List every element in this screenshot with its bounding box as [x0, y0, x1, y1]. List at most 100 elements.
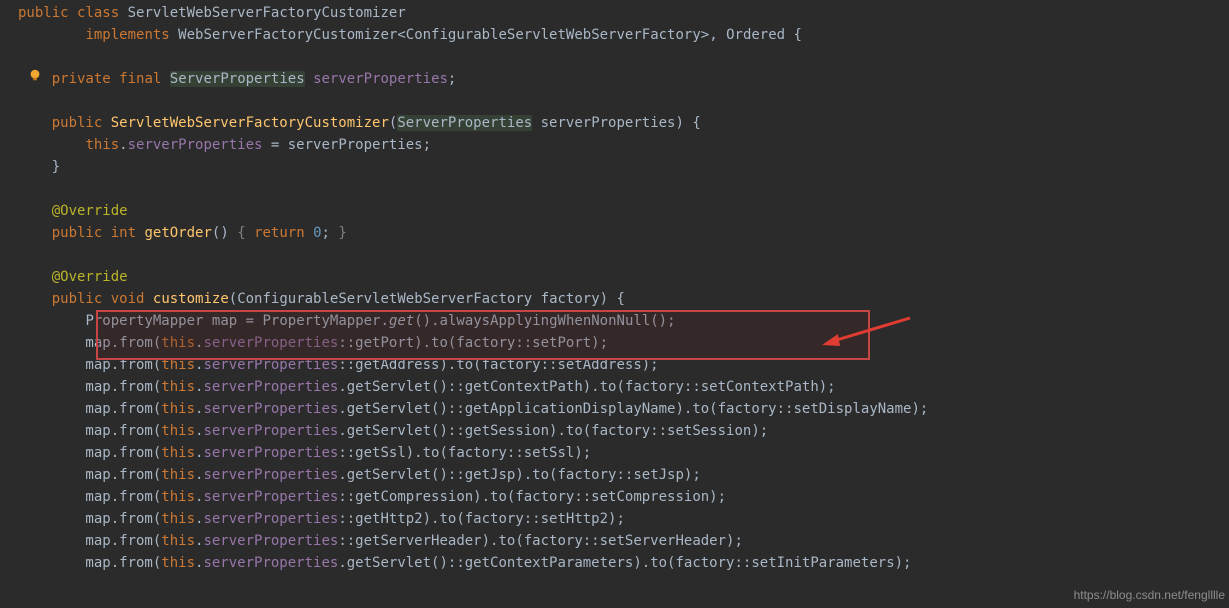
keyword-public: public — [52, 291, 103, 307]
to-call: ).to(factory::setPort); — [414, 335, 608, 351]
brace: { — [617, 291, 625, 307]
return-type-int: int — [111, 225, 136, 241]
lparen: ( — [229, 291, 237, 307]
cls: PropertyMapper — [262, 313, 380, 329]
interface-name: WebServerFactoryCustomizer — [178, 27, 397, 43]
field-ref: serverProperties — [203, 357, 338, 373]
ordered-type: Ordered — [726, 27, 785, 43]
field-ref: serverProperties — [203, 379, 338, 395]
method-call: .getServlet()::getSession — [338, 423, 549, 439]
to-call: ).to(factory::setSession); — [549, 423, 768, 439]
method-call: .getServlet()::getContextPath — [338, 379, 582, 395]
keyword-this: this — [85, 137, 119, 153]
brace: { — [237, 225, 245, 241]
method-ref: ::getAddress — [338, 357, 439, 373]
gt: > — [701, 27, 709, 43]
intention-bulb-icon[interactable] — [28, 68, 42, 82]
keyword-public: public — [52, 115, 103, 131]
type-serverproperties: ServerProperties — [170, 71, 305, 87]
keyword-this: this — [161, 511, 195, 527]
keyword-this: this — [161, 533, 195, 549]
keyword-this: this — [161, 335, 195, 351]
keyword-this: this — [161, 555, 195, 571]
field-ref: serverProperties — [203, 555, 338, 571]
method-ref: ::getCompression — [338, 489, 473, 505]
method-ref: ::getHttp2 — [338, 511, 422, 527]
to-call: ).to(factory::setDisplayName); — [675, 401, 928, 417]
semi: ; — [322, 225, 330, 241]
annotation-override: @Override — [52, 269, 128, 285]
semi: ; — [448, 71, 456, 87]
field-ref: serverProperties — [203, 423, 338, 439]
keyword-this: this — [161, 423, 195, 439]
brace: } — [338, 225, 346, 241]
to-call: ).to(factory::setCompression); — [473, 489, 726, 505]
parens: () — [650, 313, 667, 329]
eq: = — [237, 313, 262, 329]
to-call: ).to(factory::setContextPath); — [583, 379, 836, 395]
constructor-name: ServletWebServerFactoryCustomizer — [111, 115, 389, 131]
param-type: ConfigurableServletWebServerFactory — [237, 291, 532, 307]
dot: . — [119, 137, 127, 153]
keyword-this: this — [161, 379, 195, 395]
field-serverproperties: serverProperties — [313, 71, 448, 87]
field-ref: serverProperties — [203, 467, 338, 483]
var-map: map — [212, 313, 237, 329]
method-call: .getServlet()::getApplicationDisplayName — [338, 401, 675, 417]
method-get: get — [389, 313, 414, 329]
param-type: ServerProperties — [397, 115, 532, 131]
to-call: ).to(factory::setServerHeader); — [482, 533, 743, 549]
to-call: ).to(factory::setSsl); — [406, 445, 591, 461]
method-getorder: getOrder — [144, 225, 211, 241]
field-ref: serverProperties — [203, 533, 338, 549]
keyword-public: public — [18, 5, 69, 21]
keyword-this: this — [161, 357, 195, 373]
keyword-this: this — [161, 401, 195, 417]
field-ref: serverProperties — [128, 137, 263, 153]
method-call: .getServlet()::getJsp — [338, 467, 515, 483]
method-call: .getServlet()::getContextParameters — [338, 555, 633, 571]
method-ref: ::getServerHeader — [338, 533, 481, 549]
keyword-public: public — [52, 225, 103, 241]
semi: ; — [423, 137, 431, 153]
keyword-final: final — [119, 71, 161, 87]
keyword-this: this — [161, 489, 195, 505]
to-call: ).to(factory::setHttp2); — [423, 511, 625, 527]
brace: { — [692, 115, 700, 131]
to-call: ).to(factory::setJsp); — [515, 467, 700, 483]
field-ref: serverProperties — [203, 489, 338, 505]
param-name: serverProperties — [541, 115, 676, 131]
semi: ; — [667, 313, 675, 329]
method-ref: ::getSsl — [338, 445, 405, 461]
brace: } — [52, 159, 60, 175]
brace: { — [794, 27, 802, 43]
dot: . — [431, 313, 439, 329]
keyword-return: return — [254, 225, 305, 241]
lt: < — [397, 27, 405, 43]
return-type-void: void — [111, 291, 145, 307]
parens: () — [212, 225, 229, 241]
type-propertymapper: PropertyMapper — [85, 313, 203, 329]
to-call: ).to(factory::setAddress); — [439, 357, 658, 373]
field-ref: serverProperties — [203, 445, 338, 461]
comma: , — [709, 27, 717, 43]
param-name: factory — [541, 291, 600, 307]
number-zero: 0 — [313, 225, 321, 241]
keyword-implements: implements — [85, 27, 169, 43]
code-editor[interactable]: public class ServletWebServerFactoryCust… — [0, 0, 1229, 574]
watermark: https://blog.csdn.net/fenglllle — [1074, 584, 1225, 606]
parens: () — [414, 313, 431, 329]
to-call: ).to(factory::setInitParameters); — [633, 555, 911, 571]
method-always: alwaysApplyingWhenNonNull — [440, 313, 651, 329]
eq: = — [262, 137, 287, 153]
annotation-override: @Override — [52, 203, 128, 219]
keyword-private: private — [52, 71, 111, 87]
keyword-this: this — [161, 445, 195, 461]
field-ref: serverProperties — [203, 335, 338, 351]
field-ref: serverProperties — [203, 401, 338, 417]
rparen: ) — [600, 291, 608, 307]
method-ref: ::getPort — [338, 335, 414, 351]
rparen: ) — [675, 115, 683, 131]
generic-type: ConfigurableServletWebServerFactory — [406, 27, 701, 43]
method-customize: customize — [153, 291, 229, 307]
